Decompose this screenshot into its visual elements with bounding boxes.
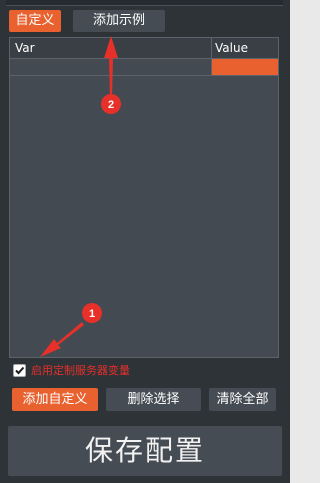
var-cell[interactable] [10, 59, 211, 75]
clear-all-button[interactable]: 清除全部 [209, 388, 276, 411]
column-header-var[interactable]: Var [15, 38, 35, 58]
top-toolbar-edge [6, 0, 283, 6]
table-header: Var Value [10, 38, 278, 58]
enable-checkbox[interactable] [13, 364, 26, 377]
add-custom-button[interactable]: 添加自定义 [12, 388, 98, 411]
tab-custom[interactable]: 自定义 [9, 10, 61, 32]
checkmark-icon [15, 366, 25, 375]
value-cell[interactable] [212, 59, 278, 75]
column-header-value[interactable]: Value [215, 38, 248, 58]
tab-add-example[interactable]: 添加示例 [73, 10, 165, 32]
table-row[interactable] [10, 58, 278, 76]
save-config-button[interactable]: 保存配置 [8, 426, 282, 476]
enable-checkbox-label: 启用定制服务器变量 [31, 364, 130, 377]
config-panel: 自定义 添加示例 Var Value 启用定制服务器变量 添加自定义 删除选择 … [0, 0, 290, 483]
delete-selected-button[interactable]: 删除选择 [106, 388, 201, 411]
variables-table: Var Value [9, 37, 279, 358]
